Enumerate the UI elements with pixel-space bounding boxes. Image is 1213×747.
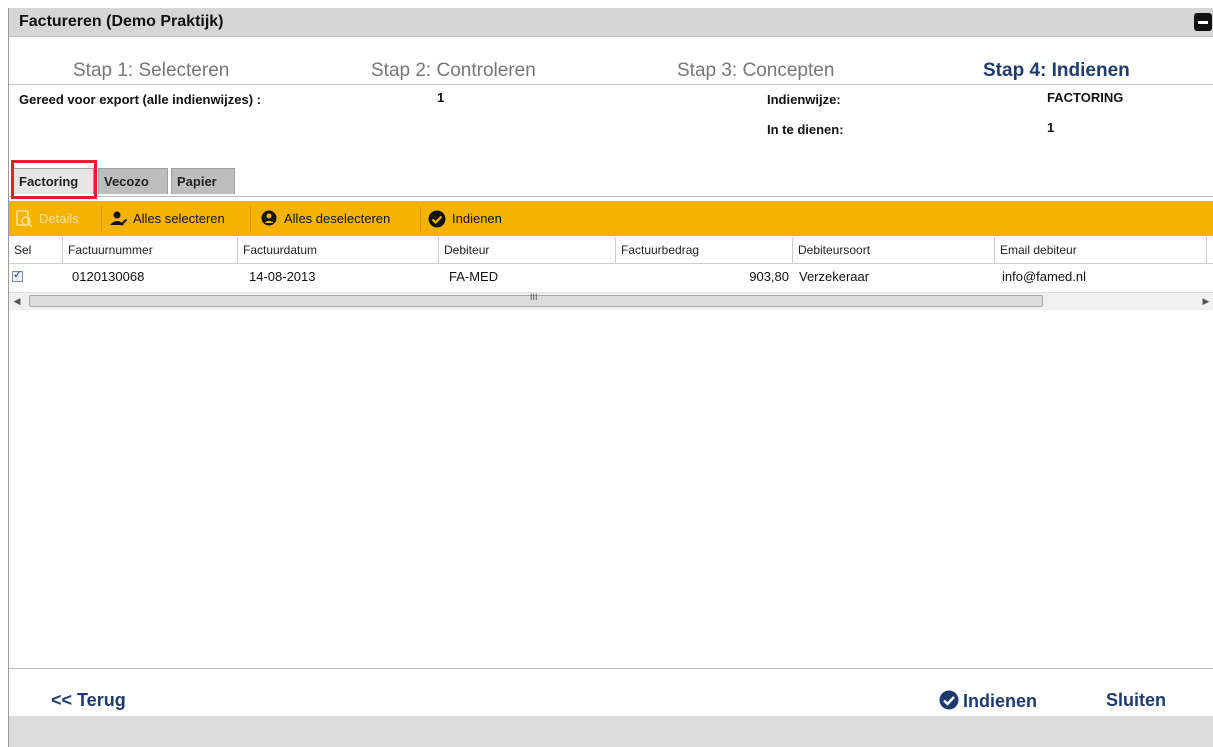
select-all-button[interactable]: Alles selecteren (109, 210, 225, 228)
wizard-footer: << Terug Indienen Sluiten (9, 668, 1213, 717)
invoice-date-cell: 14-08-2013 (249, 269, 316, 284)
ready-for-export-value: 1 (437, 90, 445, 105)
method-tabs: Factoring Vecozo Papier (9, 160, 1213, 197)
column-header-invoice-date[interactable]: Factuurdatum (238, 237, 439, 263)
wizard-steps: Stap 1: Selecteren Stap 2: Controleren S… (9, 36, 1213, 85)
column-header-invoice-number[interactable]: Factuurnummer (63, 237, 238, 263)
scroll-right-icon[interactable]: ▶ (1198, 293, 1213, 310)
minimize-icon[interactable] (1194, 13, 1212, 31)
tab-papier[interactable]: Papier (171, 168, 235, 194)
details-icon (16, 210, 33, 228)
scrollbar-grip: III (530, 292, 538, 302)
tab-vecozo[interactable]: Vecozo (98, 168, 168, 194)
details-button[interactable]: Details (15, 210, 79, 228)
submission-method-value: FACTORING (1047, 90, 1124, 105)
toolbar-divider (101, 206, 102, 232)
tab-highlight-box (11, 160, 97, 199)
invoice-amount-cell: 903,80 (749, 269, 789, 284)
user-check-icon (110, 211, 127, 226)
column-header-debtor-email[interactable]: Email debiteur (995, 237, 1207, 263)
step-2-check: Stap 2: Controleren (371, 60, 536, 81)
billing-window: Factureren (Demo Praktijk) Stap 1: Selec… (8, 8, 1213, 747)
check-circle-icon (939, 690, 959, 710)
user-remove-icon (261, 210, 277, 226)
submission-method-label: Indienwijze: (767, 92, 841, 107)
details-label: Details (39, 211, 79, 226)
deselect-all-label: Alles deselecteren (284, 211, 391, 226)
submit-button[interactable]: Indienen (939, 690, 1037, 712)
window-title: Factureren (Demo Praktijk) (19, 13, 224, 30)
invoice-number-cell: 0120130068 (72, 269, 145, 284)
submit-toolbar-button[interactable]: Indienen (428, 210, 502, 228)
check-circle-icon (428, 210, 446, 228)
toolbar-divider (420, 206, 421, 232)
horizontal-scrollbar[interactable]: ◀ III ▶ (9, 292, 1213, 310)
step-4-submit: Stap 4: Indienen (983, 60, 1130, 81)
column-header-debtor-type[interactable]: Debiteursoort (793, 237, 995, 263)
step-3-concepts: Stap 3: Concepten (677, 60, 835, 81)
action-toolbar: Details Alles selecteren Alles deselecte… (9, 201, 1213, 236)
debtor-type-cell: Verzekeraar (799, 269, 870, 284)
to-submit-value: 1 (1047, 120, 1055, 135)
column-header-sel[interactable]: Sel (9, 237, 63, 263)
toolbar-divider (250, 206, 251, 232)
step-1-select: Stap 1: Selecteren (73, 60, 230, 81)
close-button[interactable]: Sluiten (1106, 690, 1166, 711)
scrollbar-thumb[interactable]: III (29, 292, 1043, 307)
status-bar (9, 716, 1213, 747)
submit-toolbar-label: Indienen (452, 211, 502, 226)
scroll-left-icon[interactable]: ◀ (9, 293, 25, 310)
debtor-email-cell: info@famed.nl (1002, 269, 1087, 284)
to-submit-label: In te dienen: (767, 122, 844, 137)
window-titlebar: Factureren (Demo Praktijk) (9, 8, 1213, 37)
table-row[interactable]: 0120130068 14-08-2013 FA-MED 903,80 Verz… (9, 264, 1213, 290)
submit-button-label: Indienen (963, 691, 1038, 711)
select-all-label: Alles selecteren (133, 211, 225, 226)
column-header-invoice-amount[interactable]: Factuurbedrag (616, 237, 793, 263)
row-select-checkbox[interactable] (12, 268, 23, 282)
invoice-grid-header: Sel Factuurnummer Factuurdatum Debiteur … (9, 237, 1213, 264)
ready-for-export-label: Gereed voor export (alle indienwijzes) : (19, 92, 262, 107)
deselect-all-button[interactable]: Alles deselecteren (260, 210, 390, 228)
debtor-cell: FA-MED (449, 269, 499, 284)
column-header-debtor[interactable]: Debiteur (439, 237, 616, 263)
back-button[interactable]: << Terug (51, 690, 126, 711)
